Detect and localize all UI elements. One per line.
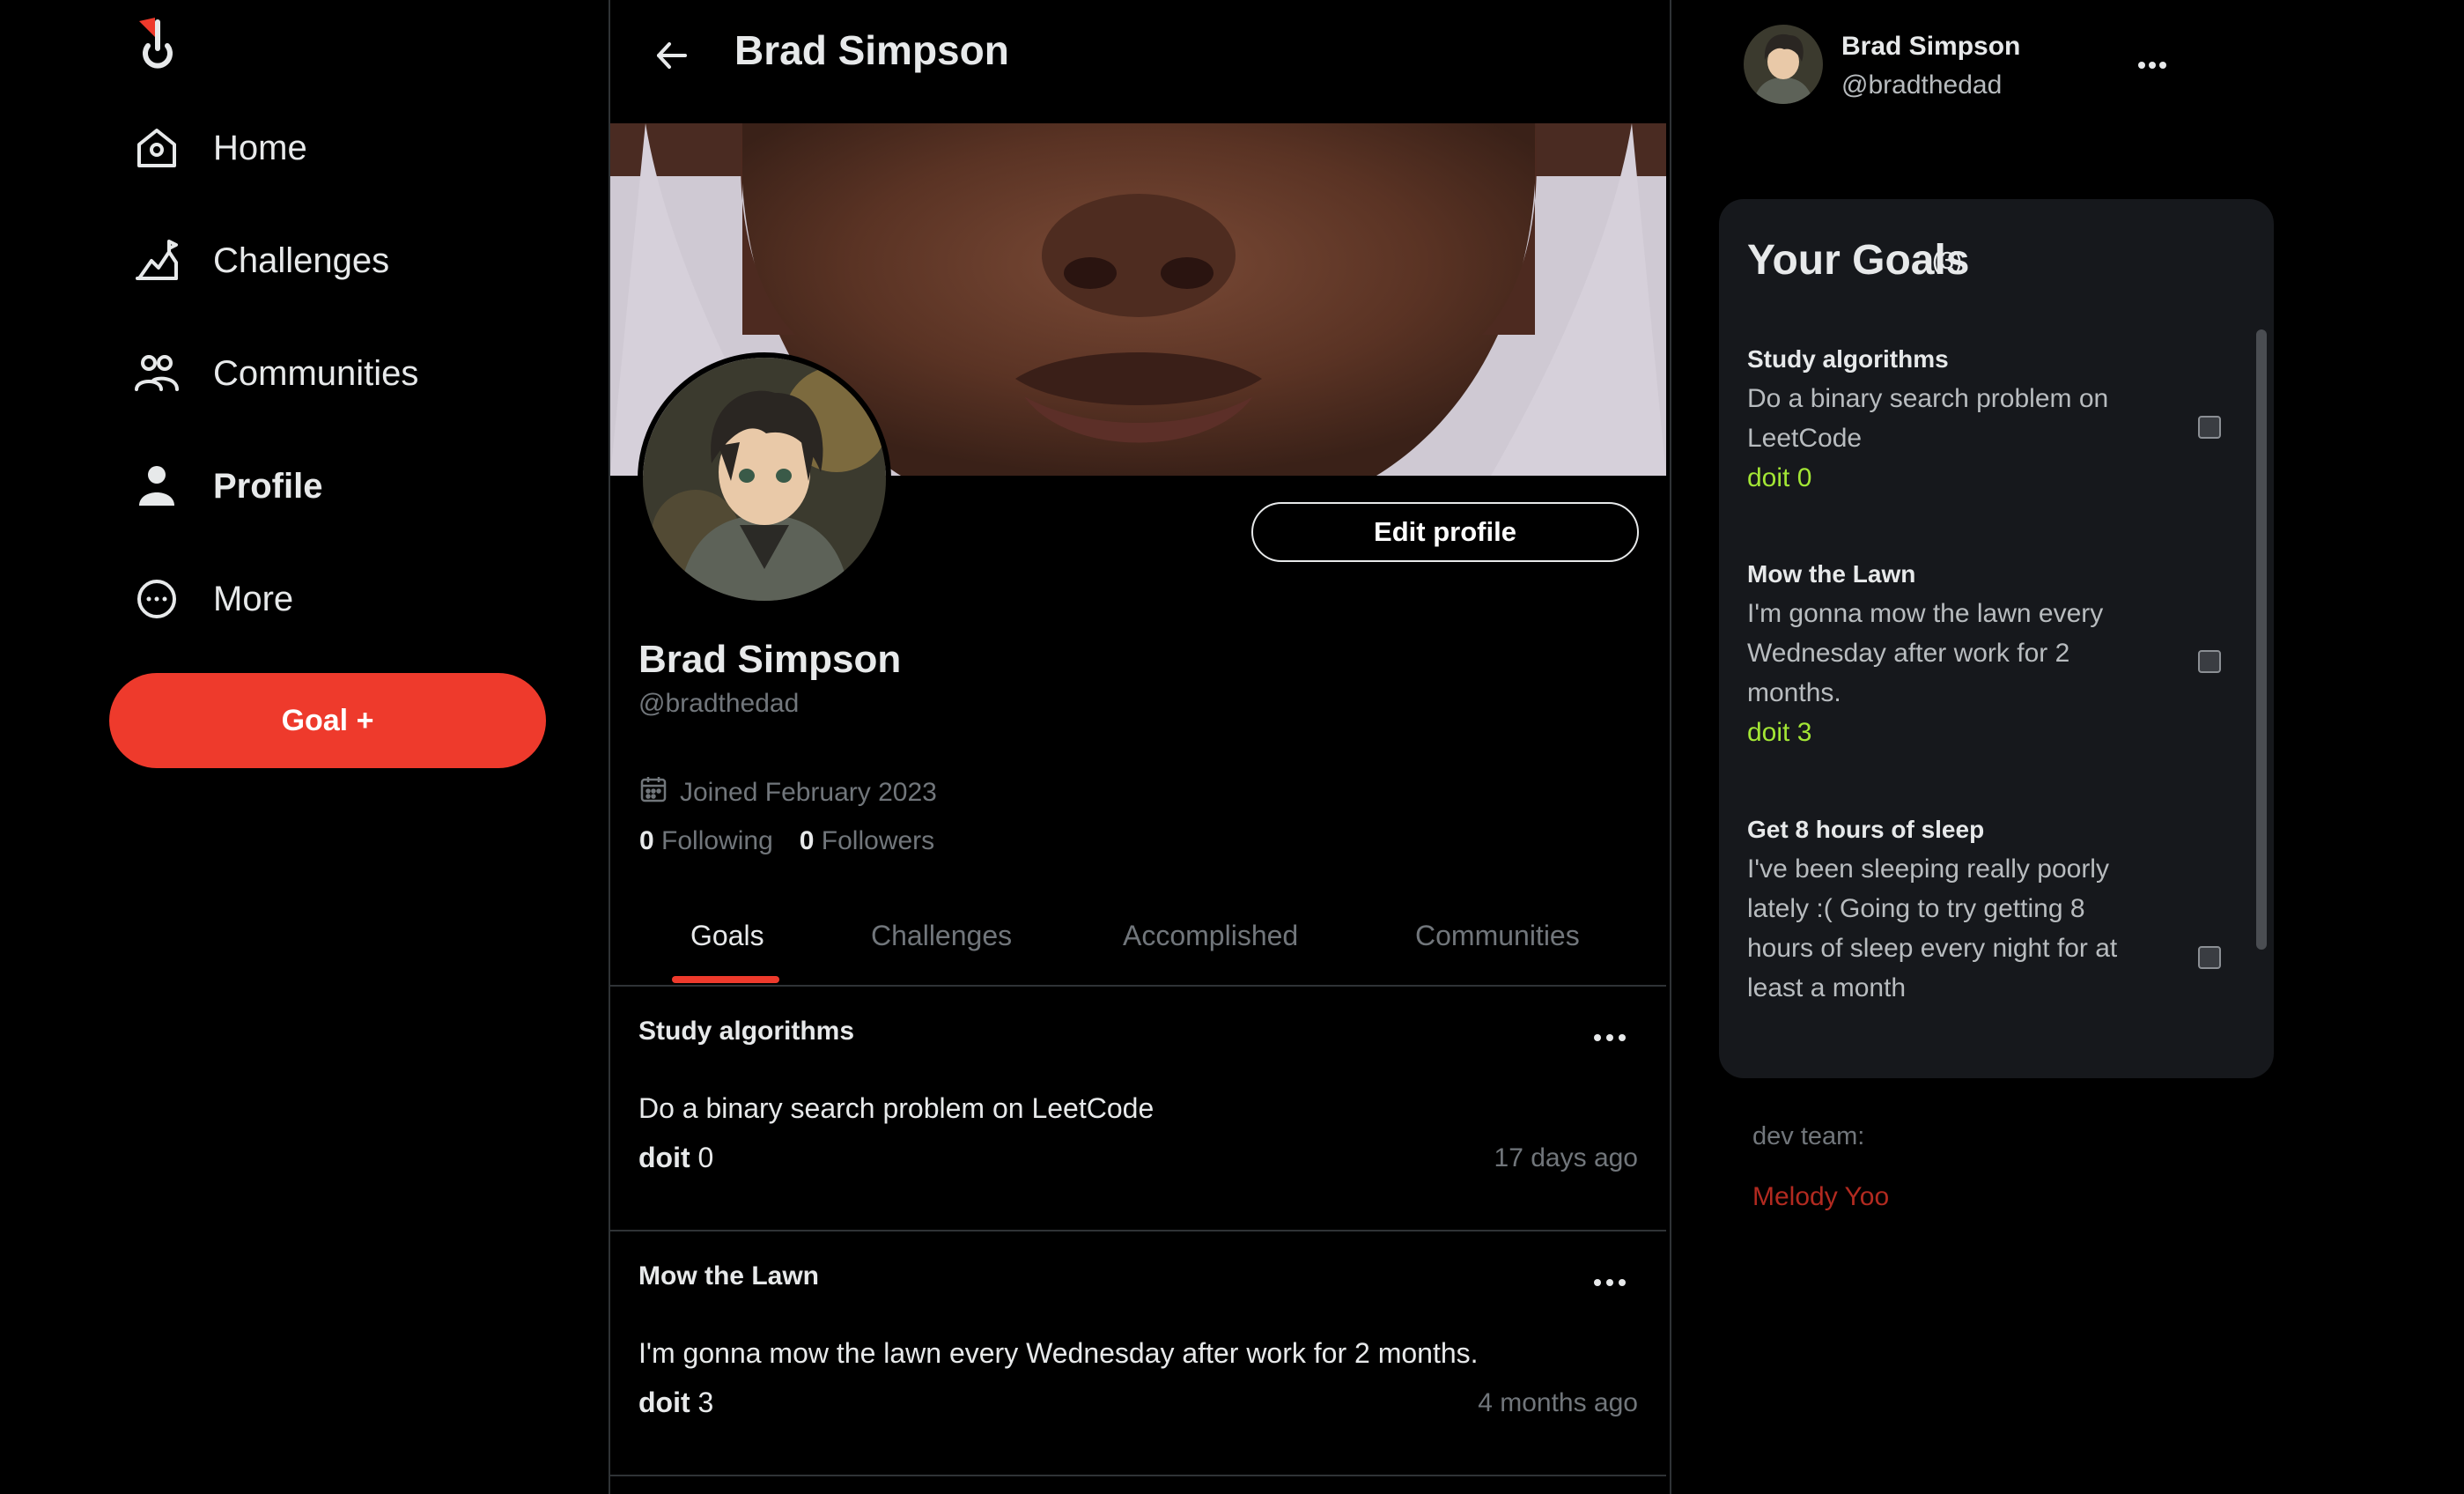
goal-checkbox[interactable]	[2198, 650, 2221, 673]
followers-count: 0	[799, 826, 815, 855]
nav-home-label: Home	[213, 128, 307, 167]
back-arrow-icon[interactable]	[652, 35, 692, 76]
followers-label: Followers	[821, 826, 935, 855]
nav-profile[interactable]: Profile	[132, 451, 322, 521]
challenges-icon	[132, 236, 181, 285]
following-link[interactable]: 0 Following	[639, 826, 773, 856]
profile-avatar[interactable]	[638, 352, 891, 606]
new-goal-button[interactable]: Goal +	[109, 673, 546, 768]
goal-list-item[interactable]: Get 8 hours of sleep I've been sleeping …	[1747, 816, 2126, 1008]
post-doit[interactable]: doit 3	[638, 1387, 713, 1419]
nav-challenges[interactable]: Challenges	[132, 226, 389, 296]
post-more-icon[interactable]	[1588, 1274, 1632, 1291]
joined-date: Joined February 2023	[639, 775, 937, 810]
post-timestamp: 4 months ago	[1478, 1388, 1638, 1417]
communities-icon	[132, 349, 181, 398]
nav-communities-label: Communities	[213, 353, 419, 393]
nav-profile-label: Profile	[213, 466, 323, 506]
doit-count: 0	[697, 1142, 714, 1173]
nav-more-label: More	[213, 579, 294, 618]
post-body: Do a binary search problem on LeetCode	[638, 1092, 1155, 1124]
goal-checkbox[interactable]	[2198, 946, 2221, 969]
nav-more[interactable]: More	[132, 564, 293, 634]
profile-icon	[132, 462, 181, 511]
following-label: Following	[661, 826, 773, 855]
your-goals-count: (3)	[1932, 247, 1963, 274]
more-circle-icon	[132, 574, 181, 624]
goal-checkbox[interactable]	[2198, 416, 2221, 439]
nav-home[interactable]: Home	[132, 113, 307, 183]
home-icon	[132, 123, 181, 173]
joined-text: Joined February 2023	[680, 778, 937, 807]
doit-label: doit	[638, 1387, 690, 1418]
post-more-icon[interactable]	[1588, 1029, 1632, 1047]
goal-item-desc: I've been sleeping really poorly lately …	[1747, 854, 2118, 1002]
dev-team-label: dev team:	[1752, 1122, 1865, 1150]
post-timestamp: 17 days ago	[1494, 1143, 1638, 1172]
goal-post[interactable]: Study algorithms Do a binary search prob…	[610, 987, 1666, 1231]
account-handle: @bradthedad	[1841, 70, 2003, 100]
calendar-icon	[639, 775, 668, 810]
goal-item-desc: I'm gonna mow the lawn every Wednesday a…	[1747, 599, 2104, 707]
goal-item-title: Study algorithms	[1747, 345, 1949, 373]
goal-item-doit: doit 0	[1747, 463, 1812, 492]
profile-tabs: Goals Challenges Accomplished Communitie…	[610, 902, 1666, 987]
goal-list-item[interactable]: Study algorithms Do a binary search prob…	[1747, 345, 2126, 498]
post-title: Mow the Lawn	[638, 1261, 819, 1291]
tab-challenges[interactable]: Challenges	[871, 920, 1012, 952]
tab-goals[interactable]: Goals	[690, 920, 764, 952]
post-title: Study algorithms	[638, 1017, 855, 1046]
goal-item-desc: Do a binary search problem on LeetCode	[1747, 384, 2109, 453]
follow-stats: 0 Following 0 Followers	[639, 826, 934, 856]
app-logo[interactable]	[132, 16, 185, 74]
edit-profile-button[interactable]: Edit profile	[1251, 502, 1639, 562]
following-count: 0	[639, 826, 654, 855]
account-more-icon[interactable]	[2135, 56, 2170, 74]
account-avatar[interactable]	[1744, 25, 1823, 104]
nav-challenges-label: Challenges	[213, 240, 390, 280]
goal-item-doit: doit 3	[1747, 718, 1812, 747]
active-tab-indicator	[672, 976, 779, 983]
dev-team-member-link[interactable]: Melody Yoo	[1752, 1182, 1889, 1212]
tab-communities[interactable]: Communities	[1415, 920, 1580, 952]
your-goals-list[interactable]: Study algorithms Do a binary search prob…	[1719, 326, 2251, 1031]
post-doit[interactable]: doit 0	[638, 1142, 713, 1174]
goal-item-title: Mow the Lawn	[1747, 560, 1916, 588]
tab-accomplished[interactable]: Accomplished	[1123, 920, 1298, 952]
profile-name: Brad Simpson	[638, 638, 902, 681]
page-title: Brad Simpson	[734, 27, 1009, 73]
goal-post[interactable]: Mow the Lawn I'm gonna mow the lawn ever…	[610, 1231, 1666, 1476]
account-name: Brad Simpson	[1841, 32, 2021, 61]
followers-link[interactable]: 0 Followers	[800, 826, 934, 856]
nav-communities[interactable]: Communities	[132, 338, 418, 409]
post-body: I'm gonna mow the lawn every Wednesday a…	[638, 1337, 1479, 1369]
doit-label: doit	[638, 1142, 690, 1173]
doit-count: 3	[697, 1387, 714, 1418]
profile-handle: @bradthedad	[638, 689, 800, 718]
goal-list-item[interactable]: Mow the Lawn I'm gonna mow the lawn ever…	[1747, 560, 2126, 752]
goal-item-title: Get 8 hours of sleep	[1747, 816, 1985, 843]
goals-scrollbar-thumb[interactable]	[2256, 329, 2267, 950]
